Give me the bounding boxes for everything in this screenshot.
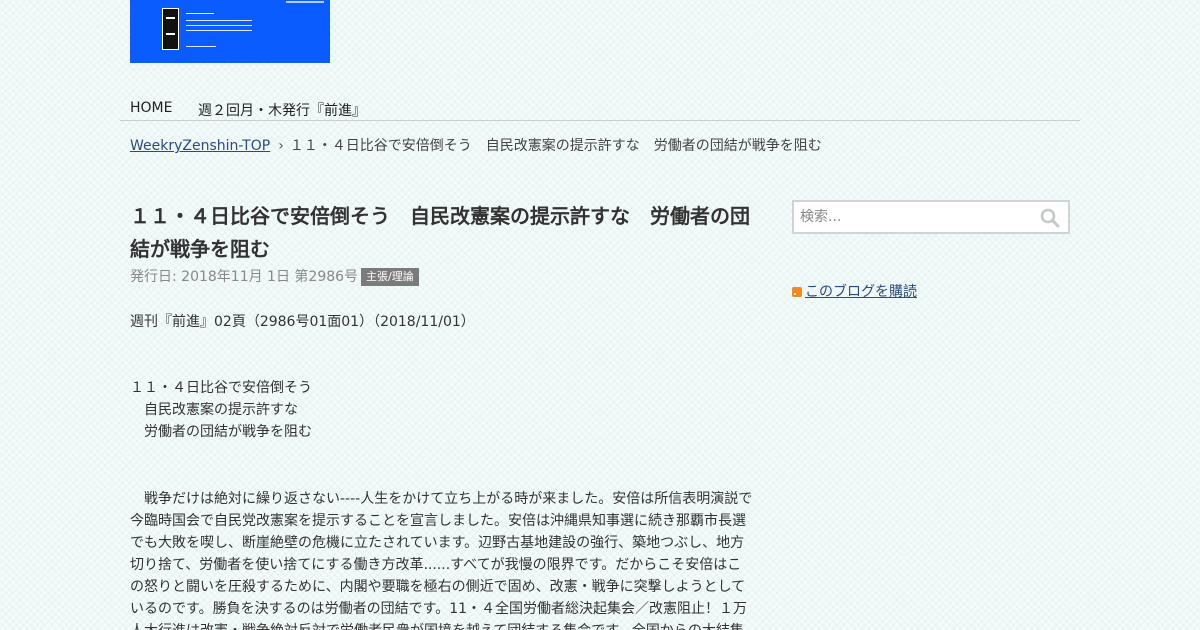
breadcrumb: WeekryZenshin-TOP › １１・４日比谷で安倍倒そう 自民改憲案の提示… <box>130 135 822 155</box>
logo-line <box>186 13 214 14</box>
nav-weekly-zenshin[interactable]: 週２回月・木発行『前進』 <box>198 100 366 120</box>
article: １１・４日比谷で安倍倒そう 自民改憲案の提示許すな 労働者の団結が戦争を阻む 発… <box>130 200 755 630</box>
category-badge[interactable]: 主張/理論 <box>361 268 419 286</box>
logo-line <box>186 30 252 31</box>
search-box <box>792 200 1070 234</box>
main-nav: HOME 週２回月・木発行『前進』 <box>120 97 1080 121</box>
logo-line <box>186 46 216 47</box>
post-meta: 発行日: 2018年11月 1日 第2986号 主張/理論 <box>130 267 755 287</box>
issue-line: 週刊『前進』02頁（2986号01面01）（2018/11/01） <box>130 314 475 330</box>
post-title: １１・４日比谷で安倍倒そう 自民改憲案の提示許すな 労働者の団結が戦争を阻む <box>130 204 750 261</box>
zenshin-logo-mark <box>162 8 179 50</box>
article-headline: １１・４日比谷で安倍倒そう 自民改憲案の提示許すな 労働者の団結が戦争を阻む <box>130 377 755 443</box>
headline-line: 自民改憲案の提示許すな <box>130 402 298 418</box>
article-body: 戦争だけは絶対に繰り返さない----人生をかけて立ち上がる時が来ました。安倍は所… <box>130 491 753 630</box>
logo-line <box>186 25 252 26</box>
publish-info: 発行日: 2018年11月 1日 第2986号 <box>130 269 359 285</box>
page: HOME 週２回月・木発行『前進』 WeekryZenshin-TOP › １１・４… <box>0 0 1200 630</box>
breadcrumb-root[interactable]: WeekryZenshin-TOP <box>130 138 270 154</box>
logo-line <box>186 20 252 21</box>
subscribe-link-row: このブログを購読 <box>792 281 917 301</box>
headline-line: １１・４日比谷で安倍倒そう <box>130 380 312 396</box>
breadcrumb-separator: › <box>278 138 284 154</box>
breadcrumb-current: １１・４日比谷で安倍倒そう 自民改憲案の提示許すな 労働者の団結が戦争を阻む <box>289 138 822 154</box>
logo-url <box>286 1 324 3</box>
search-input[interactable] <box>800 206 1030 228</box>
search-icon[interactable] <box>1040 208 1060 228</box>
site-logo[interactable] <box>130 0 330 63</box>
headline-line: 労働者の団結が戦争を阻む <box>130 424 312 440</box>
subscribe-link[interactable]: このブログを購読 <box>805 284 917 300</box>
rss-icon <box>792 287 802 297</box>
nav-home[interactable]: HOME <box>130 100 172 116</box>
